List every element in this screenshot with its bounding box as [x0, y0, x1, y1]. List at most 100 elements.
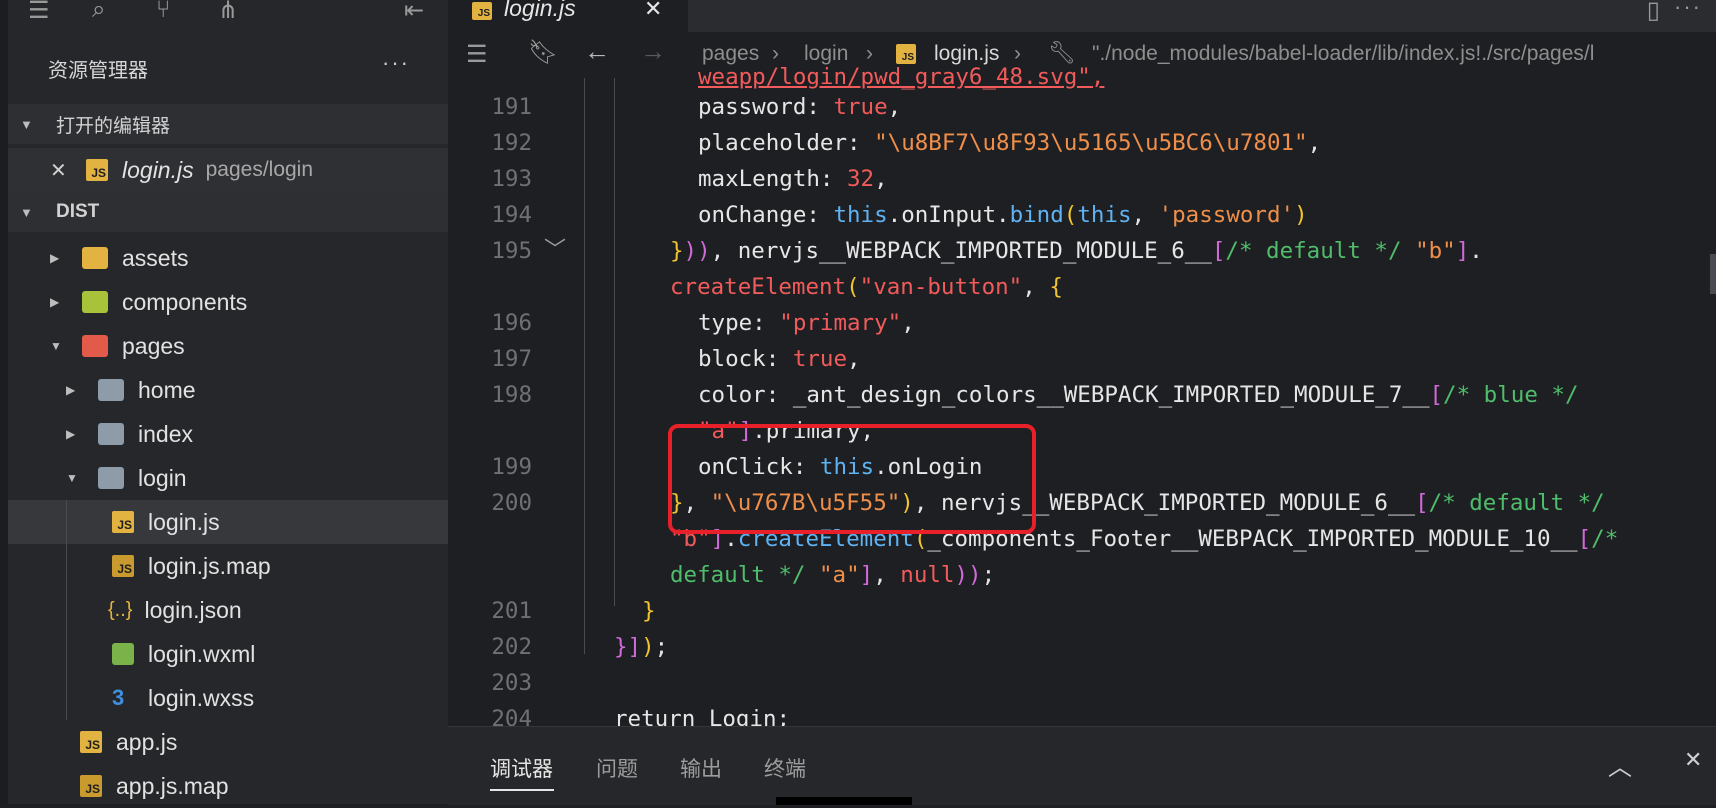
bookmark-icon[interactable]: 🔖︎ — [528, 38, 558, 67]
tree-label: login.wxml — [148, 640, 256, 667]
tree-label: assets — [122, 244, 189, 271]
tree-folder-index[interactable]: ▶ index — [8, 412, 448, 456]
json-file-icon: {..} — [108, 598, 133, 621]
breadcrumb-login[interactable]: login — [804, 42, 848, 66]
code-string: "\u8BF7\u8F93\u5165\u5BC6\u7801" — [874, 130, 1308, 156]
code-bool: true — [792, 346, 848, 372]
code-editor[interactable]: weapp/login/pwd_gray6_48.svg", 191 passw… — [448, 64, 1716, 726]
tab-problems[interactable]: 问题 — [596, 753, 638, 783]
more-icon[interactable]: ··· — [1674, 0, 1702, 20]
line-number: 198 — [491, 382, 532, 408]
open-editor-item[interactable]: ✕ JS login.js pages/login — [8, 148, 448, 192]
code-identifier: _ant_design_colors__WEBPACK_IMPORTED_MOD… — [792, 382, 1430, 408]
code-string: "van-button" — [859, 274, 1023, 300]
tree-file-login-js-map[interactable]: JS login.js.map — [8, 544, 448, 588]
folder-assets-icon — [82, 247, 108, 269]
chevron-down-icon: ▼ — [20, 204, 33, 220]
line-number: 204 — [491, 706, 532, 726]
active-tab-underline — [490, 789, 554, 791]
list-icon[interactable]: ☰ — [28, 0, 50, 25]
code-string: "b" — [1415, 238, 1456, 264]
collapse-sidebar-icon[interactable]: ⇤ — [404, 0, 424, 25]
code-key: placeholder: — [698, 130, 875, 156]
tree-file-login-js[interactable]: JS login.js — [8, 500, 448, 544]
tree-label: components — [122, 288, 248, 315]
code-comment: default */ — [670, 562, 806, 588]
open-editor-name: login.js — [122, 156, 194, 183]
open-editors-section[interactable]: ▼ 打开的编辑器 — [8, 104, 448, 144]
code-statement: return Login; — [614, 706, 791, 726]
js-file-icon: JS — [80, 731, 102, 753]
close-icon[interactable]: ✕ — [1684, 747, 1702, 773]
folder-pages-icon — [82, 335, 108, 357]
search-icon[interactable]: ⌕ — [92, 0, 105, 24]
tree-folder-home[interactable]: ▶ home — [8, 368, 448, 412]
code-bool: true — [833, 94, 888, 120]
tree-file-app-js-map[interactable]: JS app.js.map — [8, 764, 448, 808]
js-map-file-icon: JS — [80, 775, 102, 797]
tree-file-login-json[interactable]: {..} login.json — [8, 588, 448, 632]
tree-label: index — [138, 420, 193, 447]
chevron-right-icon: ▶ — [50, 295, 60, 309]
chevron-right-icon: ▶ — [66, 427, 76, 441]
breadcrumb-pages[interactable]: pages — [702, 42, 759, 66]
sidebar-toolbar: ☰ ⌕ ⑂ ⋔ ⇤ — [0, 0, 448, 28]
fold-chevron-icon[interactable]: ﹀ — [544, 232, 566, 264]
forward-arrow-icon[interactable]: → — [640, 36, 666, 67]
list-icon[interactable]: ☰ — [466, 40, 488, 69]
tab-terminal[interactable]: 终端 — [764, 753, 806, 783]
wrench-icon: 🔧︎ — [1048, 40, 1076, 65]
breadcrumb-module-path[interactable]: "./node_modules/babel-loader/lib/index.j… — [1092, 42, 1716, 66]
chevron-up-icon[interactable]: ︿ — [1608, 747, 1632, 782]
js-map-file-icon: JS — [112, 555, 134, 577]
code-keyword: this — [1077, 202, 1132, 228]
code-key: type: — [698, 310, 780, 336]
tree-label: login — [138, 464, 187, 491]
tree-file-login-wxml[interactable]: login.wxml — [8, 632, 448, 676]
split-editor-icon[interactable]: ▯ — [1647, 0, 1660, 25]
breadcrumb-file[interactable]: login.js — [934, 42, 999, 66]
chevron-right-icon: ▶ — [66, 383, 76, 397]
line-number: 202 — [491, 634, 532, 660]
tab-output[interactable]: 输出 — [680, 753, 722, 783]
code-member: .onInput. — [887, 202, 1010, 228]
tree-folder-components[interactable]: ▶ components — [8, 280, 448, 324]
code-key: onChange: — [698, 202, 834, 228]
line-number: 196 — [491, 310, 532, 336]
close-icon[interactable]: ✕ — [50, 158, 72, 183]
close-icon[interactable]: ✕ — [644, 0, 662, 22]
code-key: block: — [698, 346, 793, 372]
line-number: 197 — [491, 346, 532, 372]
code-method: createElement — [670, 274, 847, 300]
js-file-icon: JS — [896, 44, 916, 64]
line-number: 191 — [491, 94, 532, 120]
dist-section[interactable]: ▼ DIST — [8, 192, 448, 232]
code-key: maxLength: — [698, 166, 848, 192]
open-editor-path: pages/login — [205, 158, 314, 181]
tree-file-login-wxss[interactable]: 3 login.wxss — [8, 676, 448, 720]
chevron-down-icon: ▼ — [50, 339, 62, 353]
line-number: 201 — [491, 598, 532, 624]
tab-debugger[interactable]: 调试器 — [490, 753, 553, 783]
graph-icon[interactable]: ⋔ — [218, 0, 238, 25]
line-number: 194 — [491, 202, 532, 228]
tree-folder-login[interactable]: ▼ login — [8, 456, 448, 500]
js-file-icon: JS — [472, 2, 492, 20]
code-comment: /* default */ — [1225, 238, 1402, 264]
tab-login-js[interactable]: JS login.js ✕ — [448, 0, 688, 32]
folder-components-icon — [82, 291, 108, 313]
line-number: 200 — [491, 490, 532, 516]
more-actions-icon[interactable]: ··· — [382, 50, 410, 76]
folder-icon — [98, 423, 124, 445]
chevron-down-icon: ▼ — [66, 471, 78, 485]
back-arrow-icon[interactable]: ← — [584, 36, 610, 67]
tree-label: login.js.map — [148, 552, 271, 579]
scrollbar-thumb[interactable] — [1710, 254, 1716, 294]
line-number: 199 — [491, 454, 532, 480]
branch-icon[interactable]: ⑂ — [156, 0, 170, 24]
tree-folder-assets[interactable]: ▶ assets — [8, 236, 448, 280]
activity-edge — [0, 0, 8, 804]
tree-folder-pages[interactable]: ▼ pages — [8, 324, 448, 368]
code-string: weapp/login/pwd_gray6_48.svg", — [698, 64, 1105, 90]
tree-file-app-js[interactable]: JS app.js — [8, 720, 448, 764]
